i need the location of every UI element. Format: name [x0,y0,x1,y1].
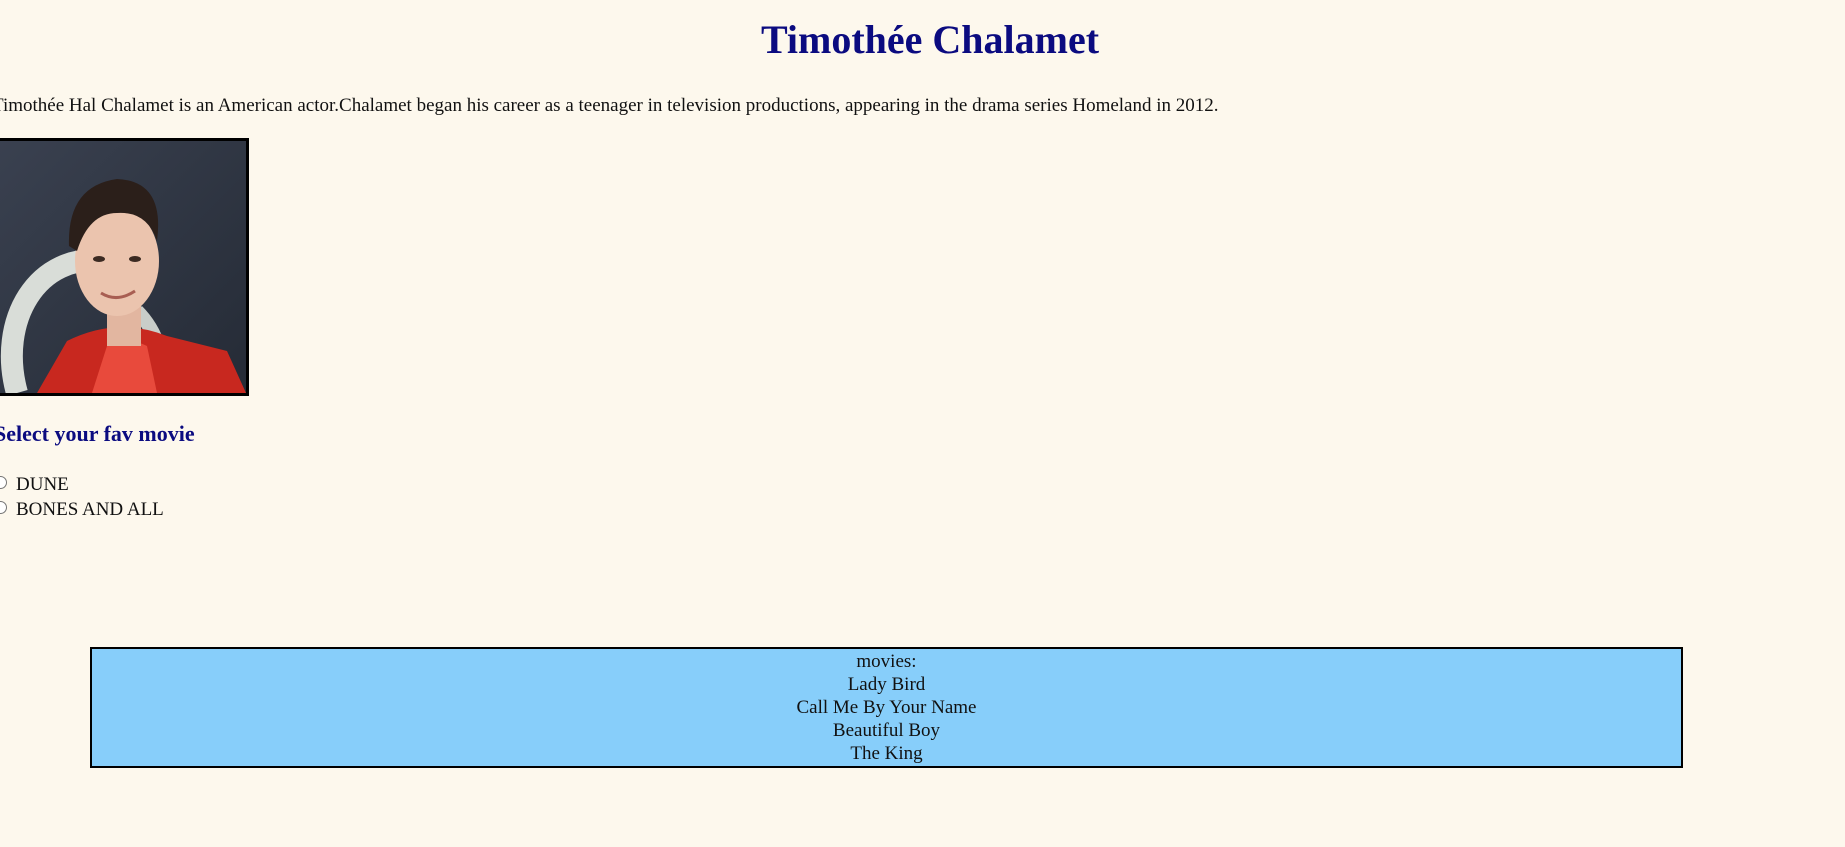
radio-label: DUNE [16,474,69,495]
list-item: Call Me By Your Name [796,697,977,718]
poll-heading: Select your fav movie [0,421,195,446]
list-item: The King [850,743,923,764]
radio-option-bones-and-all[interactable]: BONES AND ALL [0,499,164,521]
list-item: Lady Bird [847,674,926,695]
page-title: Timothée Chalamet [760,17,1100,62]
radio-option-dune[interactable]: DUNE [0,474,69,496]
movies-list-label: movies: [856,651,917,672]
intro-paragraph: Timothée Hal Chalamet is an American act… [0,95,1219,116]
actor-portrait-image [0,138,249,396]
movies-list-box: movies: Lady Bird Call Me By Your Name B… [90,647,1683,768]
radio-label: BONES AND ALL [16,499,164,520]
radio-button[interactable] [0,500,7,514]
list-item: Beautiful Boy [832,720,941,741]
page: Timothée Chalamet Timothée Hal Chalamet … [0,0,1845,847]
radio-button[interactable] [0,475,7,489]
